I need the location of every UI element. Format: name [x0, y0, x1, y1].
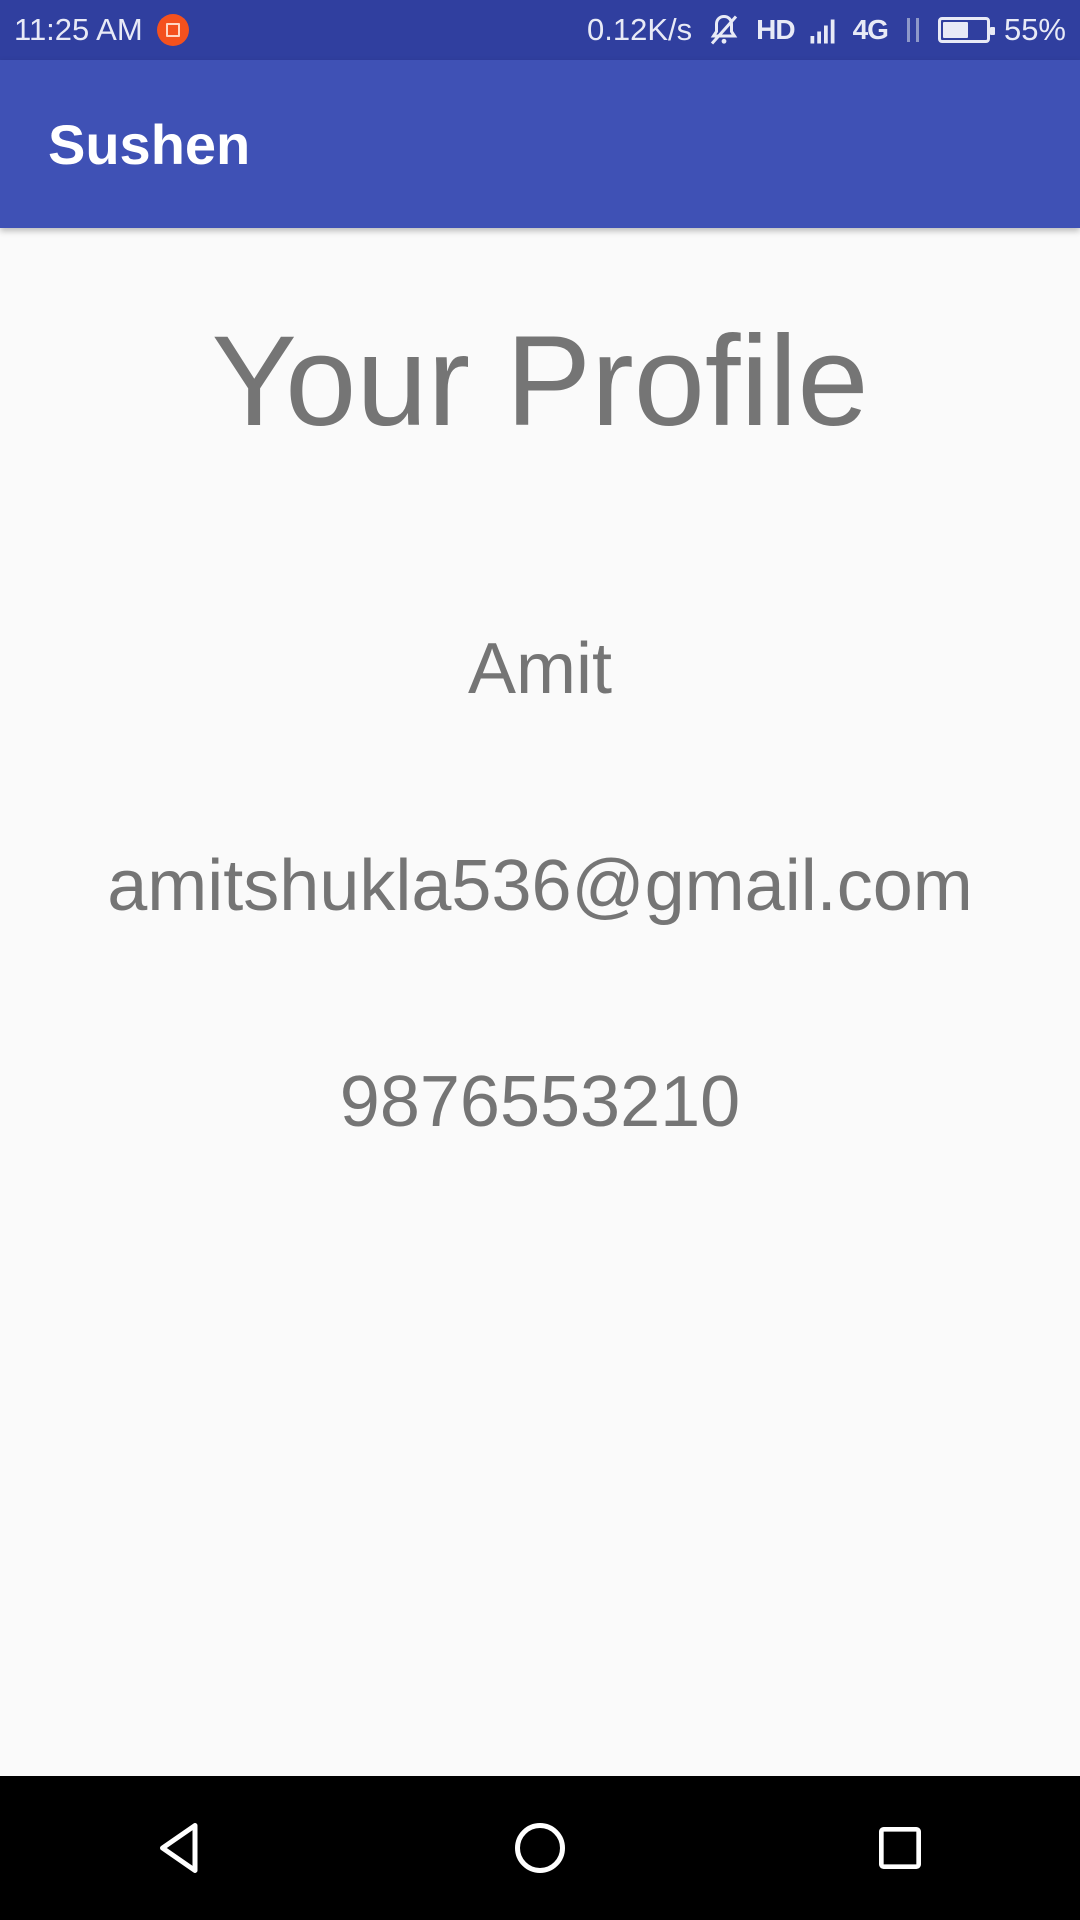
profile-name: Amit: [468, 629, 612, 709]
recents-icon: [879, 1827, 921, 1869]
orange-notification-icon: [156, 14, 189, 46]
network-type: 4G: [852, 14, 889, 45]
hd-label: HD: [756, 14, 795, 45]
back-button[interactable]: [120, 1788, 240, 1908]
data-arrows-icon: [902, 15, 924, 45]
mute-bell-icon: [706, 12, 742, 48]
home-button[interactable]: [480, 1788, 600, 1908]
recents-button[interactable]: [840, 1788, 960, 1908]
back-icon: [160, 1823, 198, 1873]
signal-icon: [809, 15, 839, 45]
status-bar: 11:25 AM 0.12K/s HD 4G 55%: [0, 0, 1080, 60]
status-left: 11:25 AM: [14, 12, 189, 48]
home-icon: [515, 1823, 565, 1873]
profile-heading: Your Profile: [211, 310, 869, 453]
battery-icon: [937, 17, 995, 43]
profile-phone: 9876553210: [339, 1062, 741, 1142]
app-title: Sushen: [48, 112, 251, 176]
battery-fill: [942, 22, 969, 38]
profile-email: amitshukla536@gmail.com: [107, 846, 973, 926]
status-right: 0.12K/s HD 4G 55%: [587, 12, 1066, 48]
net-speed: 0.12K/s: [587, 12, 693, 47]
screen: 11:25 AM 0.12K/s HD 4G 55% Sushen Your P…: [0, 0, 1080, 1920]
battery-percent: 55%: [1003, 12, 1066, 47]
navigation-bar: [0, 1776, 1080, 1920]
app-bar: Sushen: [0, 60, 1080, 228]
status-time: 11:25 AM: [14, 12, 143, 47]
